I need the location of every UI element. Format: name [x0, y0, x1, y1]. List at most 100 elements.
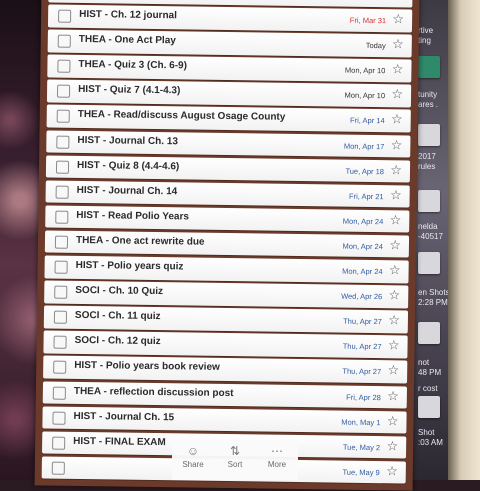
task-checkbox[interactable] [55, 210, 69, 224]
task-title: THEA - reflection discussion post [73, 385, 234, 399]
task-due-date: Mon, Apr 10 [344, 91, 386, 101]
task-row[interactable]: HIST - Polio years quiz Mon, Apr 24 ☆ [44, 255, 409, 284]
star-outline-icon[interactable]: ☆ [392, 36, 404, 51]
task-row[interactable]: THEA - reflection discussion post Fri, Ap… [42, 380, 407, 409]
star-outline-icon[interactable]: ☆ [391, 87, 403, 102]
task-row[interactable]: HIST - Ch. 12 journal Fri, Mar 31 ☆ [47, 4, 413, 33]
task-row[interactable]: HIST - Quiz 8 (4.4-4.6) Tue, Apr 18 ☆ [45, 155, 411, 183]
task-due-date: Mon, May 1 [341, 417, 381, 427]
desktop-file-icon[interactable] [418, 396, 440, 418]
task-row[interactable]: THEA - One Act Play Today ☆ [47, 29, 412, 58]
task-checkbox[interactable] [52, 436, 66, 450]
star-outline-icon[interactable]: ☆ [391, 112, 403, 127]
star-outline-icon[interactable]: ☆ [390, 187, 402, 202]
task-due-date: Fri, Apr 14 [350, 116, 385, 126]
task-checkbox[interactable] [56, 84, 71, 99]
task-checkbox[interactable] [55, 160, 70, 174]
desktop-label: en Shots [418, 288, 450, 297]
star-outline-icon[interactable]: ☆ [392, 62, 404, 77]
task-due-date: Mon, Apr 17 [343, 141, 385, 151]
star-outline-icon[interactable]: ☆ [390, 212, 402, 227]
task-title: SOCI - Ch. 12 quiz [74, 335, 161, 348]
task-checkbox[interactable] [53, 335, 67, 350]
task-checkbox[interactable] [52, 411, 66, 425]
star-outline-icon[interactable]: ☆ [391, 137, 403, 152]
task-title: SOCI - Ch. 10 Quiz [75, 285, 164, 298]
task-row[interactable]: SOCI - Ch. 11 quiz Thu, Apr 27 ☆ [43, 305, 409, 334]
star-outline-icon[interactable]: ☆ [390, 162, 402, 177]
desktop-label: 2:28 PM [418, 298, 448, 307]
task-checkbox[interactable] [56, 135, 70, 149]
task-title: HIST - Quiz 8 (4.4-4.6) [76, 159, 180, 172]
task-title: HIST - Read Polio Years [76, 209, 190, 223]
task-row[interactable]: SOCI - Ch. 12 quiz Thu, Apr 27 ☆ [43, 330, 408, 359]
more-button[interactable]: ⋯ More [257, 440, 297, 469]
star-outline-icon[interactable]: ☆ [386, 438, 398, 453]
desktop-file-icon[interactable] [418, 190, 440, 212]
desktop-label: r cost [418, 384, 438, 393]
star-outline-icon[interactable]: ☆ [389, 237, 401, 252]
task-checkbox[interactable] [56, 110, 70, 124]
star-outline-icon[interactable]: ☆ [393, 0, 405, 1]
task-due-date: Fri, Apr 28 [346, 392, 381, 402]
desktop-file-icon[interactable] [418, 56, 440, 78]
star-outline-icon[interactable]: ☆ [387, 388, 399, 403]
task-due-date: Thu, Apr 27 [343, 316, 382, 327]
desktop-label: ares . [418, 100, 439, 109]
task-row[interactable]: THEA - One act rewrite due Mon, Apr 24 ☆ [44, 230, 410, 258]
star-outline-icon[interactable]: ☆ [387, 413, 399, 428]
desktop-label: 2017 [418, 152, 436, 161]
bottom-toolbar: ☺ Share ⇅ Sort ⋯ More [172, 440, 298, 480]
task-due-date: Fri, Apr 21 [348, 191, 384, 201]
desktop-file-icon[interactable] [418, 252, 440, 274]
desktop-file-icon[interactable] [418, 124, 440, 146]
task-title: HIST - Polio years book review [74, 360, 220, 374]
task-title: HIST - Polio years quiz [75, 259, 184, 273]
desktop-file-icon[interactable] [418, 322, 440, 344]
task-title: HIST - Journal Ch. 15 [73, 410, 175, 423]
task-title: HIST - Quiz 7 (4.1-4.3) [78, 84, 181, 97]
task-checkbox[interactable] [54, 285, 68, 299]
task-row[interactable]: SOCI - Ch. 10 Quiz Wed, Apr 26 ☆ [44, 280, 409, 309]
star-outline-icon[interactable]: ☆ [386, 463, 398, 478]
share-label: Share [182, 460, 204, 469]
task-row[interactable]: HIST - Quiz 7 (4.1-4.3) Mon, Apr 10 ☆ [46, 79, 412, 108]
star-outline-icon[interactable]: ☆ [388, 338, 400, 353]
task-checkbox[interactable] [57, 34, 71, 48]
task-checkbox[interactable] [51, 461, 65, 475]
star-outline-icon[interactable]: ☆ [388, 312, 400, 327]
task-row[interactable]: HIST - Read Polio Years Mon, Apr 24 ☆ [45, 205, 410, 233]
task-due-date: Tue, Apr 18 [345, 166, 385, 176]
sort-button[interactable]: ⇅ Sort [215, 440, 255, 469]
share-button[interactable]: ☺ Share [173, 440, 213, 469]
task-due-date: Mon, Apr 10 [344, 65, 386, 76]
star-outline-icon[interactable]: ☆ [389, 287, 401, 302]
task-title: THEA - Read/discuss August Osage County [77, 109, 286, 124]
task-checkbox[interactable] [54, 260, 68, 274]
task-row[interactable]: HIST - Journal Ch. 13 Mon, Apr 17 ☆ [46, 130, 411, 158]
desktop-label: rules [418, 162, 436, 171]
task-checkbox[interactable] [54, 235, 69, 249]
task-due-date: Tue, May 9 [342, 467, 380, 477]
desktop-label: Shot [418, 428, 435, 437]
desktop-label: not [418, 358, 430, 367]
task-checkbox[interactable] [57, 59, 71, 74]
task-row[interactable]: HIST - Journal Ch. 14 Fri, Apr 21 ☆ [45, 180, 410, 208]
star-outline-icon[interactable]: ☆ [387, 363, 399, 378]
task-checkbox[interactable] [53, 310, 68, 324]
task-row[interactable]: HIST - Polio years book review Thu, Apr 2… [43, 355, 408, 384]
task-checkbox[interactable] [52, 386, 66, 400]
desktop-label: nelda [418, 222, 438, 231]
task-row[interactable]: THEA - Quiz 3 (Ch. 6-9) Mon, Apr 10 ☆ [47, 54, 412, 83]
star-outline-icon[interactable]: ☆ [389, 262, 401, 277]
task-row[interactable]: THEA - Read/discuss August Osage County F… [46, 104, 411, 133]
sort-label: Sort [227, 460, 243, 469]
task-due-date: Thu, Apr 27 [342, 341, 382, 352]
task-checkbox[interactable] [58, 9, 72, 23]
star-outline-icon[interactable]: ☆ [392, 11, 404, 26]
task-checkbox[interactable] [55, 185, 69, 199]
task-due-date: Mon, Apr 24 [342, 216, 384, 227]
task-checkbox[interactable] [53, 360, 67, 375]
task-due-date: Tue, May 2 [342, 442, 381, 452]
task-row[interactable]: HIST - Journal Ch. 15 Mon, May 1 ☆ [42, 406, 407, 434]
